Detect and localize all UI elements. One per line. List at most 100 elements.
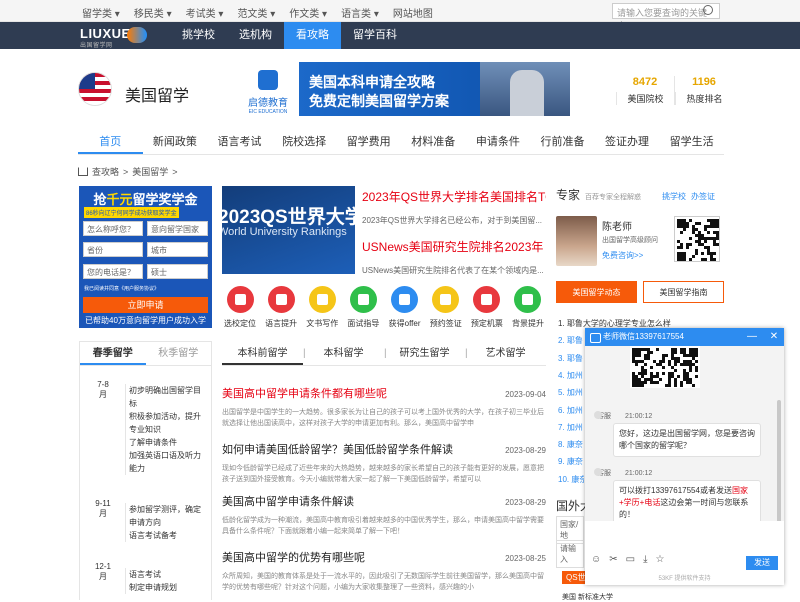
- agree-checkbox[interactable]: 我已阅读并同意《用户服务协议》: [84, 285, 159, 292]
- nav-item-agencies[interactable]: 选机构: [227, 22, 284, 49]
- banner-line-1: 美国本科申请全攻略: [309, 74, 435, 90]
- minimize-icon[interactable]: —: [747, 332, 757, 342]
- emoji-icon[interactable]: ☺: [591, 554, 601, 565]
- tab-us-news[interactable]: 美国留学动态: [556, 281, 637, 303]
- nav-item-wiki[interactable]: 留学百科: [341, 22, 409, 49]
- breadcrumb-us-study[interactable]: 美国留学: [132, 165, 168, 178]
- city-select[interactable]: 城市: [147, 242, 208, 257]
- article-summary: 众所周知，美国的教育体系是处于一流水平的，因此吸引了无数国际学生前往美国留学，那…: [222, 573, 544, 591]
- chat-scrollbar[interactable]: [777, 400, 781, 521]
- article-date: 2023-08-25: [505, 554, 546, 563]
- news-title[interactable]: 2023年QS世界大学排名美国排名TOP: [362, 188, 546, 205]
- top-link-sitemap[interactable]: 网站地图: [393, 5, 433, 20]
- country-select[interactable]: 意向留学国家: [147, 221, 208, 236]
- service-icons: 选校定位 语言提升 文书写作 面试指导 获得offer 预约签证 预定机票 背景提升: [222, 286, 546, 329]
- ad-banner[interactable]: 启德教育 EIC EDUCATION 美国本科申请全攻略 免费定制美国留学方案: [237, 62, 570, 116]
- service-icon-item[interactable]: 获得offer: [387, 286, 423, 329]
- message-header: 客服 21:00:12: [593, 468, 652, 478]
- tab-art[interactable]: 艺术留学: [465, 344, 546, 365]
- section-tab-school-choice[interactable]: 院校选择: [272, 131, 337, 154]
- send-button[interactable]: 发送: [746, 556, 778, 570]
- news-desc: USNews美国研究生院排名代表了在某个领域内是...: [362, 266, 544, 275]
- article-row[interactable]: 美国高中留学申请条件解读 2023-08-29 低龄化留学成为一种潮流，美国高中教…: [222, 493, 546, 537]
- logo-badge-icon: [127, 27, 147, 43]
- top-link-study[interactable]: 留学类 ▾: [82, 5, 120, 20]
- news-item[interactable]: USNews美国研究生院排名2023年 US USNews美国研究生院排名代表了…: [362, 238, 546, 276]
- degree-select[interactable]: 硕士: [147, 264, 208, 279]
- free-consult-link[interactable]: 免费咨询>>: [602, 250, 643, 261]
- service-icon-item[interactable]: 文书写作: [304, 286, 340, 329]
- service-icon-item[interactable]: 面试指导: [345, 286, 381, 329]
- logo-text: LIUXUE: [80, 26, 131, 41]
- nav-item-schools[interactable]: 挑学校: [170, 22, 227, 49]
- article-row[interactable]: 美国高中留学申请条件都有哪些呢 2023-09-04 出国留学是中国学生的一大趋势…: [222, 385, 546, 429]
- search-icon[interactable]: [703, 5, 713, 15]
- expert-link-schools[interactable]: 挑学校: [662, 191, 686, 202]
- rank-item[interactable]: 10. 康奈: [558, 474, 584, 485]
- article-row[interactable]: 如何申请美国低龄留学？美国低龄留学条件解读 2023-08-29 现如今低龄留学已…: [222, 441, 546, 485]
- name-field[interactable]: 怎么称呼您？: [83, 221, 143, 236]
- tab-spring[interactable]: 春季留学: [80, 342, 146, 365]
- top-link-language[interactable]: 语言类 ▾: [341, 5, 379, 20]
- school-search-input[interactable]: 请输入: [556, 540, 584, 568]
- article-title[interactable]: 如何申请美国低龄留学？美国低龄留学条件解读: [222, 441, 453, 457]
- rank-item[interactable]: 9. 康奈: [558, 456, 584, 467]
- download-icon[interactable]: ⤓: [643, 554, 647, 565]
- rank-item[interactable]: 2. 耶鲁: [558, 335, 584, 346]
- close-icon[interactable]: ✕: [769, 332, 779, 342]
- primary-nav: 挑学校 选机构 看攻略 留学百科: [170, 22, 409, 49]
- section-tab-life[interactable]: 留学生活: [659, 131, 724, 154]
- section-tab-home[interactable]: 首页: [78, 131, 143, 154]
- section-tab-departure[interactable]: 行前准备: [530, 131, 595, 154]
- tab-pre-undergrad[interactable]: 本科前留学: [222, 344, 303, 365]
- tab-autumn[interactable]: 秋季留学: [146, 342, 212, 365]
- breadcrumb-guides[interactable]: 查攻略: [92, 165, 119, 178]
- rank-item[interactable]: 8. 康奈: [558, 439, 584, 450]
- service-icon-item[interactable]: 背景提升: [510, 286, 546, 329]
- top-link-exam[interactable]: 考试类 ▾: [186, 5, 224, 20]
- folder-icon[interactable]: ▭: [626, 554, 635, 565]
- top-link-immigration[interactable]: 移民类 ▾: [134, 5, 172, 20]
- tab-us-guide[interactable]: 美国留学指南: [643, 281, 724, 303]
- service-icon-item[interactable]: 预定机票: [469, 286, 505, 329]
- province-select[interactable]: 省份: [83, 242, 143, 257]
- school-item[interactable]: 美国 新标准大学: [562, 592, 613, 602]
- service-icon-item[interactable]: 预约签证: [428, 286, 464, 329]
- news-title[interactable]: USNews美国研究生院排名2023年 US: [362, 238, 546, 255]
- top-link-samples[interactable]: 范文类 ▾: [237, 5, 275, 20]
- rank-item[interactable]: 5. 加州: [558, 387, 584, 398]
- qs-ranking-image[interactable]: 2023QS世界大学排名 World University Rankings: [222, 186, 355, 274]
- service-icon: [226, 286, 254, 313]
- tab-graduate[interactable]: 研究生留学: [384, 344, 465, 365]
- article-title[interactable]: 美国高中留学的优势有哪些呢: [222, 549, 365, 565]
- service-icon-item[interactable]: 选校定位: [222, 286, 258, 329]
- expert-heading: 专家: [556, 188, 581, 202]
- article-row[interactable]: 美国高中留学的优势有哪些呢 2023-08-25 众所周知，美国的教育体系是处于一…: [222, 549, 546, 593]
- rank-item[interactable]: 4. 加州: [558, 370, 584, 381]
- section-tab-visa[interactable]: 签证办理: [595, 131, 660, 154]
- article-title[interactable]: 美国高中留学申请条件解读: [222, 493, 354, 509]
- section-tab-fees[interactable]: 留学费用: [336, 131, 401, 154]
- chat-toolbar: ☺ ✂ ▭ ⤓ ☆: [591, 554, 664, 565]
- rank-item[interactable]: 6. 加州: [558, 405, 584, 416]
- phone-field[interactable]: 您的电话是？: [83, 264, 143, 279]
- service-icon: [514, 286, 542, 313]
- tab-undergrad[interactable]: 本科留学: [303, 344, 384, 365]
- service-icon-item[interactable]: 语言提升: [263, 286, 299, 329]
- apply-button[interactable]: 立即申请: [83, 297, 208, 313]
- section-tab-language-exam[interactable]: 语言考试: [207, 131, 272, 154]
- star-icon[interactable]: ☆: [655, 554, 664, 565]
- nav-item-guides[interactable]: 看攻略: [284, 22, 341, 49]
- powered-by: 53KF 提供软件支持: [658, 576, 711, 582]
- site-logo[interactable]: LIUXUE 出国留学网: [80, 26, 147, 49]
- expert-link-visa[interactable]: 办签证: [691, 191, 715, 202]
- top-link-essay[interactable]: 作文类 ▾: [289, 5, 327, 20]
- article-title[interactable]: 美国高中留学申请条件都有哪些呢: [222, 385, 387, 401]
- news-item[interactable]: 2023年QS世界大学排名美国排名TOP 2023年QS世界大学排名已经公布，对…: [362, 188, 546, 226]
- section-tab-news[interactable]: 新闻政策: [143, 131, 208, 154]
- rank-item[interactable]: 3. 耶鲁: [558, 353, 584, 364]
- section-tab-materials[interactable]: 材料准备: [401, 131, 466, 154]
- section-tab-requirements[interactable]: 申请条件: [466, 131, 531, 154]
- scissors-icon[interactable]: ✂: [609, 554, 617, 565]
- rank-item[interactable]: 7. 加州: [558, 422, 584, 433]
